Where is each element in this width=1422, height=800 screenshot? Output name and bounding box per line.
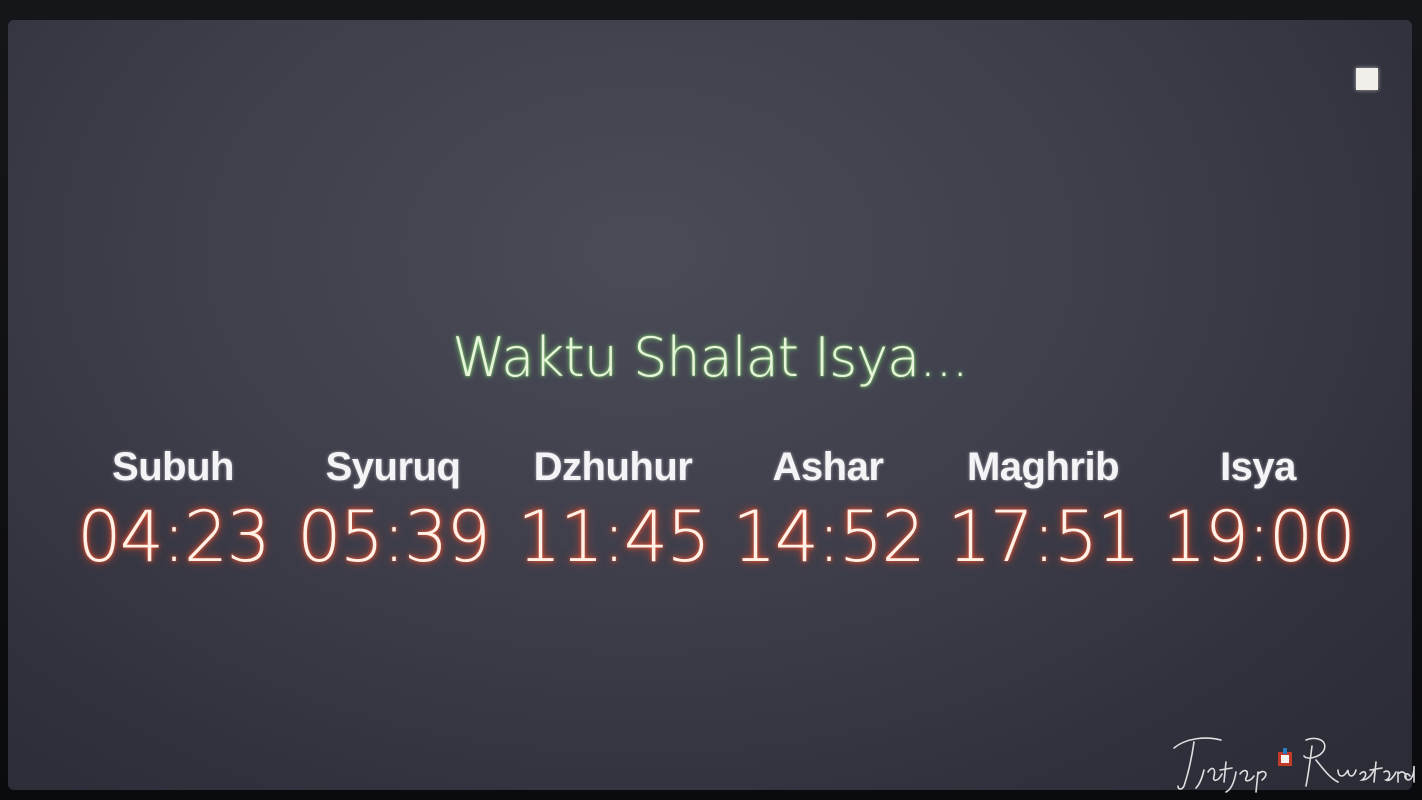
prayer-name: Dzhuhur [533,445,693,489]
prayer-time: 04:23 [77,496,271,578]
prayer-time: 19:00 [1162,496,1356,578]
prayer-syuruq: Syuruq 05:39 [288,445,498,625]
signature-watermark [1173,737,1415,793]
status-indicator-icon [1356,68,1378,90]
prayer-time: 05:39 [297,496,491,578]
prayer-name: Subuh [112,445,234,489]
prayer-time: 11:45 [517,496,711,578]
prayer-subuh: Subuh 04:23 [68,445,278,625]
current-prayer-headline: Waktu Shalat Isya... [452,326,969,389]
prayer-ashar: Ashar 14:52 [723,445,933,625]
prayer-name: Ashar [772,445,884,489]
prayer-time: 14:52 [732,496,926,578]
prayer-times-row: Subuh 04:23 Syuruq 05:39 Dzhuhur 11:45 A… [68,445,1368,625]
prayer-isya: Isya 19:00 [1153,445,1363,625]
prayer-dzhuhur: Dzhuhur 11:45 [508,445,718,625]
prayer-name: Isya [1220,445,1296,489]
prayer-maghrib: Maghrib 17:51 [938,445,1148,625]
prayer-name: Maghrib [966,445,1120,489]
prayer-time: 17:51 [947,496,1141,578]
prayer-name: Syuruq [325,445,461,489]
display-screen: Waktu Shalat Isya... Subuh 04:23 Syuruq … [8,20,1412,790]
